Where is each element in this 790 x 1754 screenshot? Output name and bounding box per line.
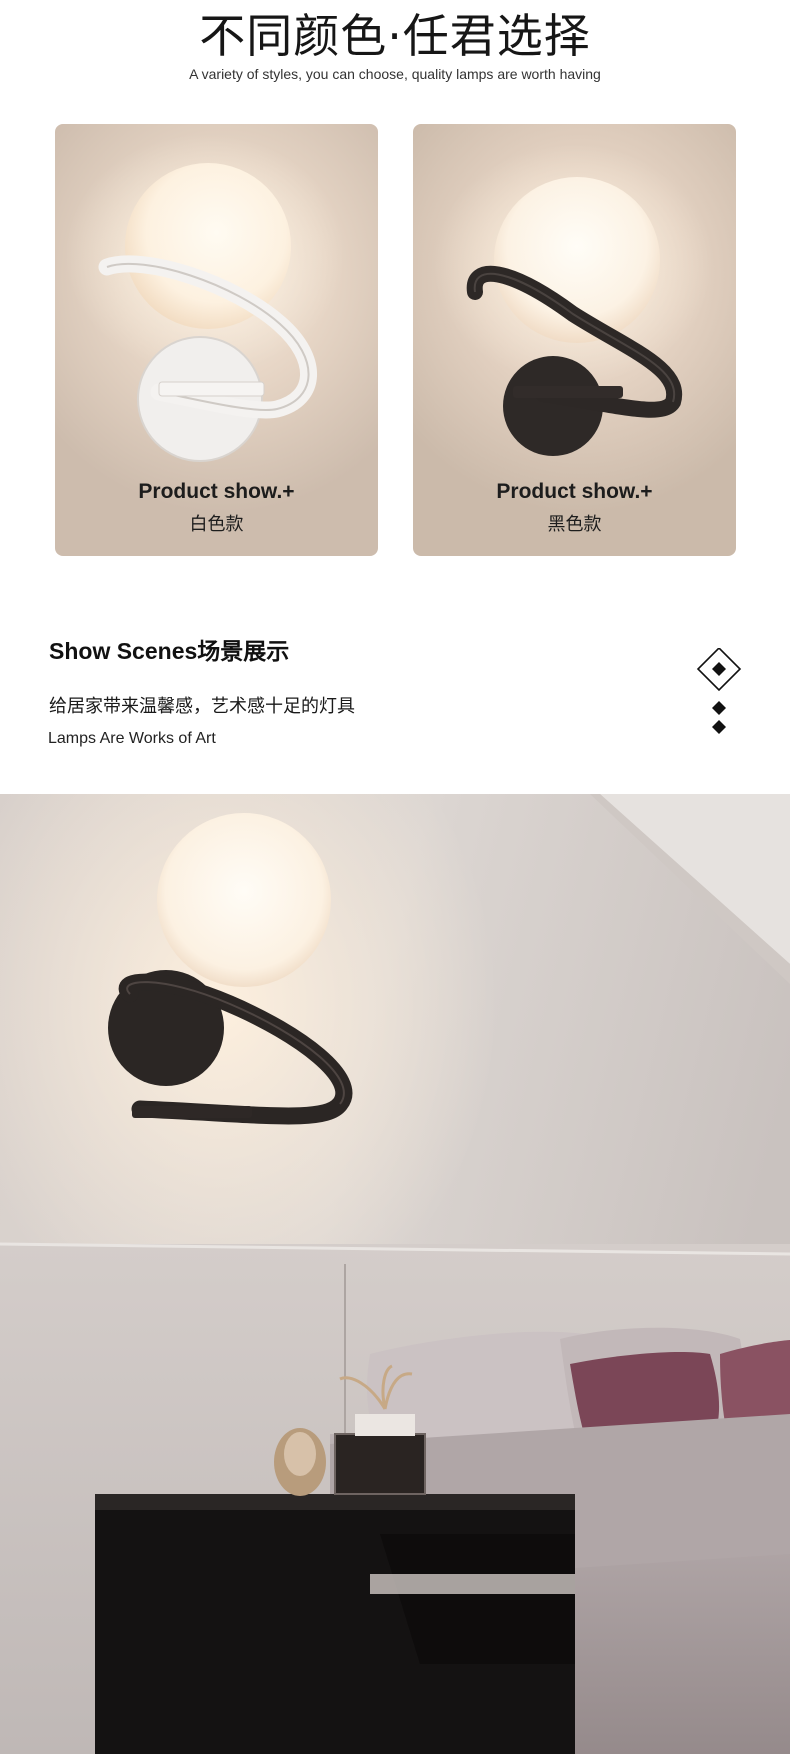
page-subtitle: A variety of styles, you can choose, qua… (189, 66, 601, 82)
scenes-tagline-cn: 给居家带来温馨感，艺术感十足的灯具 (49, 696, 355, 717)
product-caption-en: Product show.+ (138, 480, 295, 503)
product-caption-en: Product show.+ (496, 480, 653, 503)
bedroom-scene-image (0, 794, 790, 1754)
diamond-ornament-icon (696, 648, 742, 734)
scenes-heading: Show Scenes场景展示 (49, 638, 290, 664)
scenes-tagline-en: Lamps Are Works of Art (48, 730, 216, 747)
product-card-black[interactable]: Product show.+ 黑色款 (413, 124, 736, 556)
product-caption-cn: 黑色款 (547, 514, 602, 535)
product-caption-cn: 白色款 (189, 514, 244, 535)
product-card-white[interactable]: Product show.+ 白色款 (55, 124, 378, 556)
page-title: 不同颜色·任君选择 (199, 9, 591, 63)
